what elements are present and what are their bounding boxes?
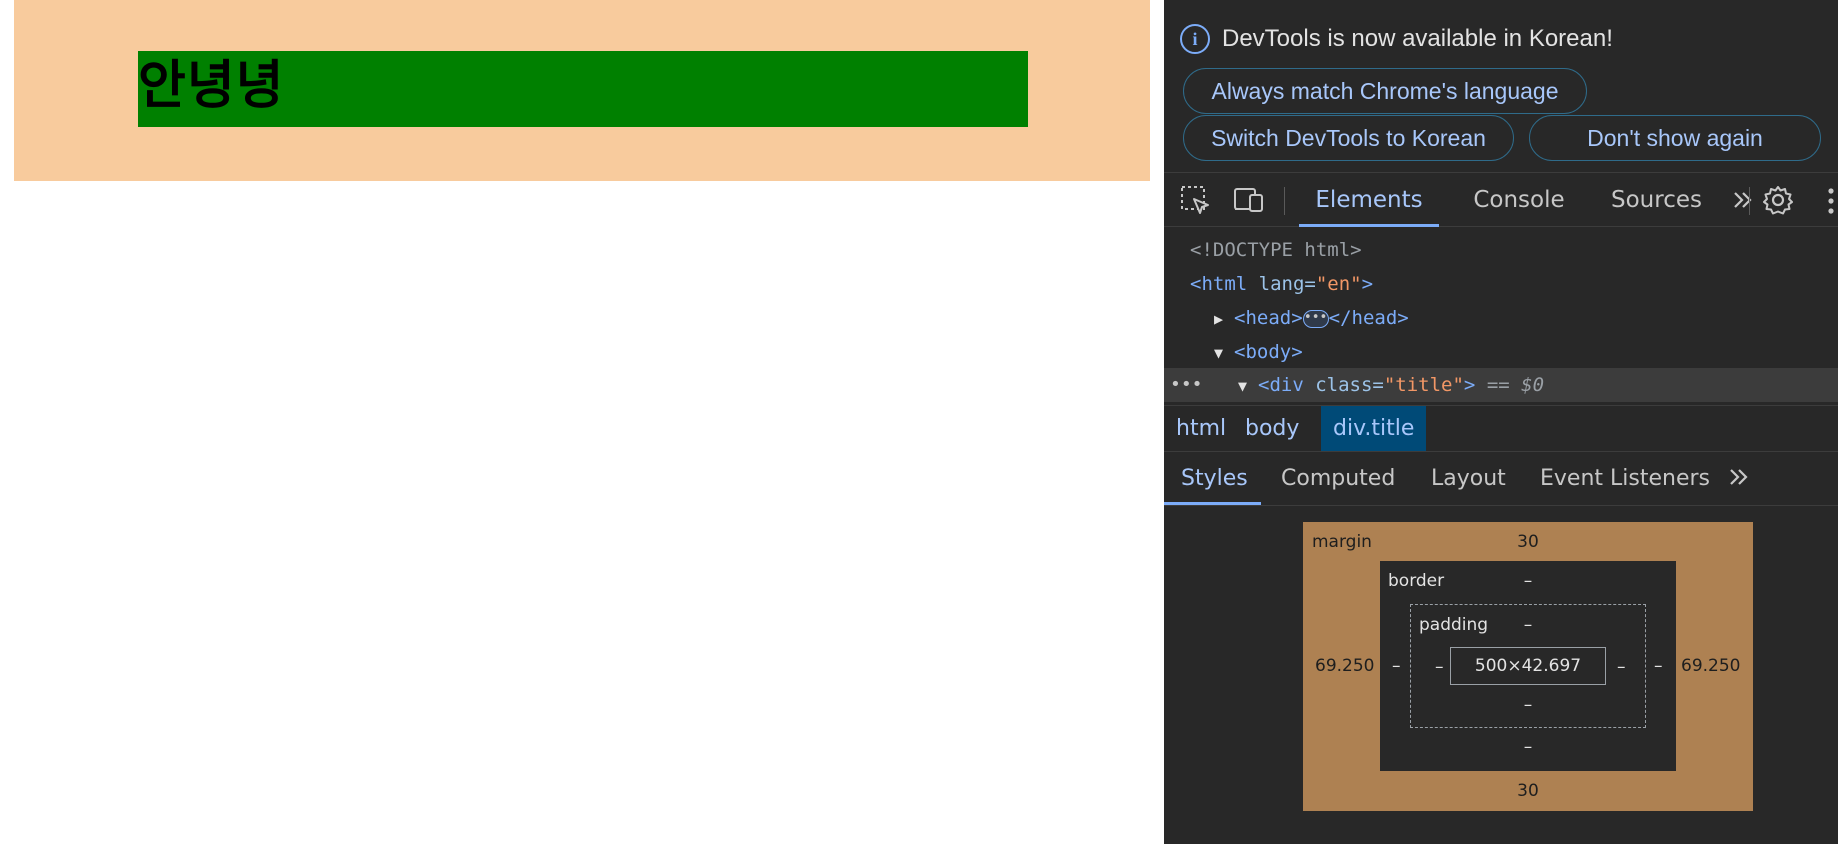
tab-computed[interactable]: Computed — [1281, 452, 1395, 505]
dom-node-div-title[interactable]: ▼ <div class="title"> == $0 — [1238, 369, 1544, 401]
device-toolbar-icon[interactable] — [1232, 183, 1266, 217]
toolbar-divider — [1749, 187, 1750, 215]
margin-top-value[interactable]: 30 — [1303, 532, 1753, 552]
html-lang-attr-value: "en" — [1315, 273, 1362, 295]
padding-right-value[interactable]: – — [1617, 657, 1626, 677]
margin-left-value[interactable]: 69.250 — [1315, 656, 1374, 676]
tab-layout[interactable]: Layout — [1431, 452, 1506, 505]
node-actions-icon[interactable]: ••• — [1170, 369, 1203, 401]
div-class-attr-value: "title" — [1383, 374, 1464, 396]
settings-gear-icon[interactable] — [1761, 183, 1795, 217]
breadcrumb: html body div.title — [1164, 405, 1838, 452]
border-right-value[interactable]: – — [1654, 656, 1663, 676]
tab-sources[interactable]: Sources — [1594, 173, 1719, 227]
devtools-panel: i DevTools is now available in Korean! A… — [1164, 0, 1838, 844]
padding-bottom-value[interactable]: – — [1411, 695, 1645, 715]
more-tabs-icon[interactable] — [1730, 187, 1756, 213]
dont-show-again-button[interactable]: Don't show again — [1529, 115, 1821, 161]
head-tag-close: </head> — [1328, 307, 1409, 329]
page-header: 안녕녕 — [14, 0, 1150, 181]
tab-elements[interactable]: Elements — [1299, 173, 1439, 227]
dom-node-html[interactable]: <html lang="en"> — [1190, 268, 1373, 300]
always-match-language-button[interactable]: Always match Chrome's language — [1183, 68, 1587, 114]
inspect-element-icon[interactable] — [1178, 183, 1212, 217]
more-subtabs-icon[interactable] — [1726, 464, 1752, 490]
tab-event-listeners[interactable]: Event Listeners — [1540, 452, 1710, 505]
padding-top-value[interactable]: – — [1411, 615, 1645, 635]
head-tag-open: <head> — [1234, 307, 1303, 329]
box-model-padding: padding – – – – 500×42.697 — [1410, 604, 1646, 728]
info-icon: i — [1180, 24, 1210, 54]
border-bottom-value[interactable]: – — [1380, 737, 1676, 757]
expand-triangle-icon[interactable]: ▶ — [1214, 303, 1234, 335]
kebab-menu-icon[interactable] — [1824, 186, 1838, 216]
html-tag-close: > — [1361, 273, 1374, 295]
dom-node-doctype[interactable]: <!DOCTYPE html> — [1190, 234, 1362, 266]
margin-right-value[interactable]: 69.250 — [1681, 656, 1740, 676]
div-class-attr-name: class= — [1315, 374, 1384, 396]
dom-tree: <!DOCTYPE html> <html lang="en"> ▶ <head>… — [1164, 228, 1838, 402]
margin-bottom-value[interactable]: 30 — [1303, 781, 1753, 801]
active-subtab-indicator — [1164, 502, 1261, 505]
toolbar-divider — [1284, 187, 1285, 215]
infobar-message: DevTools is now available in Korean! — [1222, 25, 1613, 52]
devtools-toolbar: Elements Console Sources — [1164, 172, 1838, 227]
padding-left-value[interactable]: – — [1435, 657, 1444, 677]
title-div: 안녕녕 — [138, 51, 1028, 127]
html-tag-open: <html — [1190, 273, 1259, 295]
sidebar-tabs: Styles Computed Layout Event Listeners — [1164, 452, 1838, 506]
page-viewport: 안녕녕 — [0, 0, 1164, 844]
title-text: 안녕녕 — [138, 56, 285, 116]
html-lang-attr-name: lang= — [1258, 273, 1316, 295]
border-top-value[interactable]: – — [1380, 571, 1676, 591]
box-model-margin: margin 30 69.250 69.250 30 border – – – … — [1303, 522, 1753, 811]
breadcrumb-body[interactable]: body — [1233, 406, 1311, 451]
body-tag-open: <body> — [1234, 341, 1303, 363]
box-model-border: border – – – – padding – – – – 500×42.69… — [1380, 561, 1676, 771]
collapsed-children-button[interactable]: ••• — [1302, 309, 1329, 328]
language-infobar: i DevTools is now available in Korean! A… — [1164, 0, 1838, 172]
border-left-value[interactable]: – — [1392, 656, 1401, 676]
div-tag-close: > — [1463, 374, 1476, 396]
selected-node-marker: == $0 — [1486, 374, 1545, 396]
active-tab-indicator — [1299, 224, 1439, 227]
breadcrumb-div-title[interactable]: div.title — [1321, 406, 1427, 451]
collapse-triangle-icon[interactable]: ▼ — [1214, 337, 1234, 369]
switch-to-korean-button[interactable]: Switch DevTools to Korean — [1183, 115, 1514, 161]
dom-node-head[interactable]: ▶ <head>•••</head> — [1214, 302, 1409, 334]
tab-styles[interactable]: Styles — [1181, 452, 1248, 505]
dom-node-body[interactable]: ▼ <body> — [1214, 336, 1303, 368]
div-tag-open: <div — [1258, 374, 1316, 396]
tab-console[interactable]: Console — [1454, 173, 1584, 227]
collapse-triangle-icon[interactable]: ▼ — [1238, 370, 1258, 402]
breadcrumb-html[interactable]: html — [1164, 406, 1238, 451]
content-size[interactable]: 500×42.697 — [1450, 647, 1606, 685]
